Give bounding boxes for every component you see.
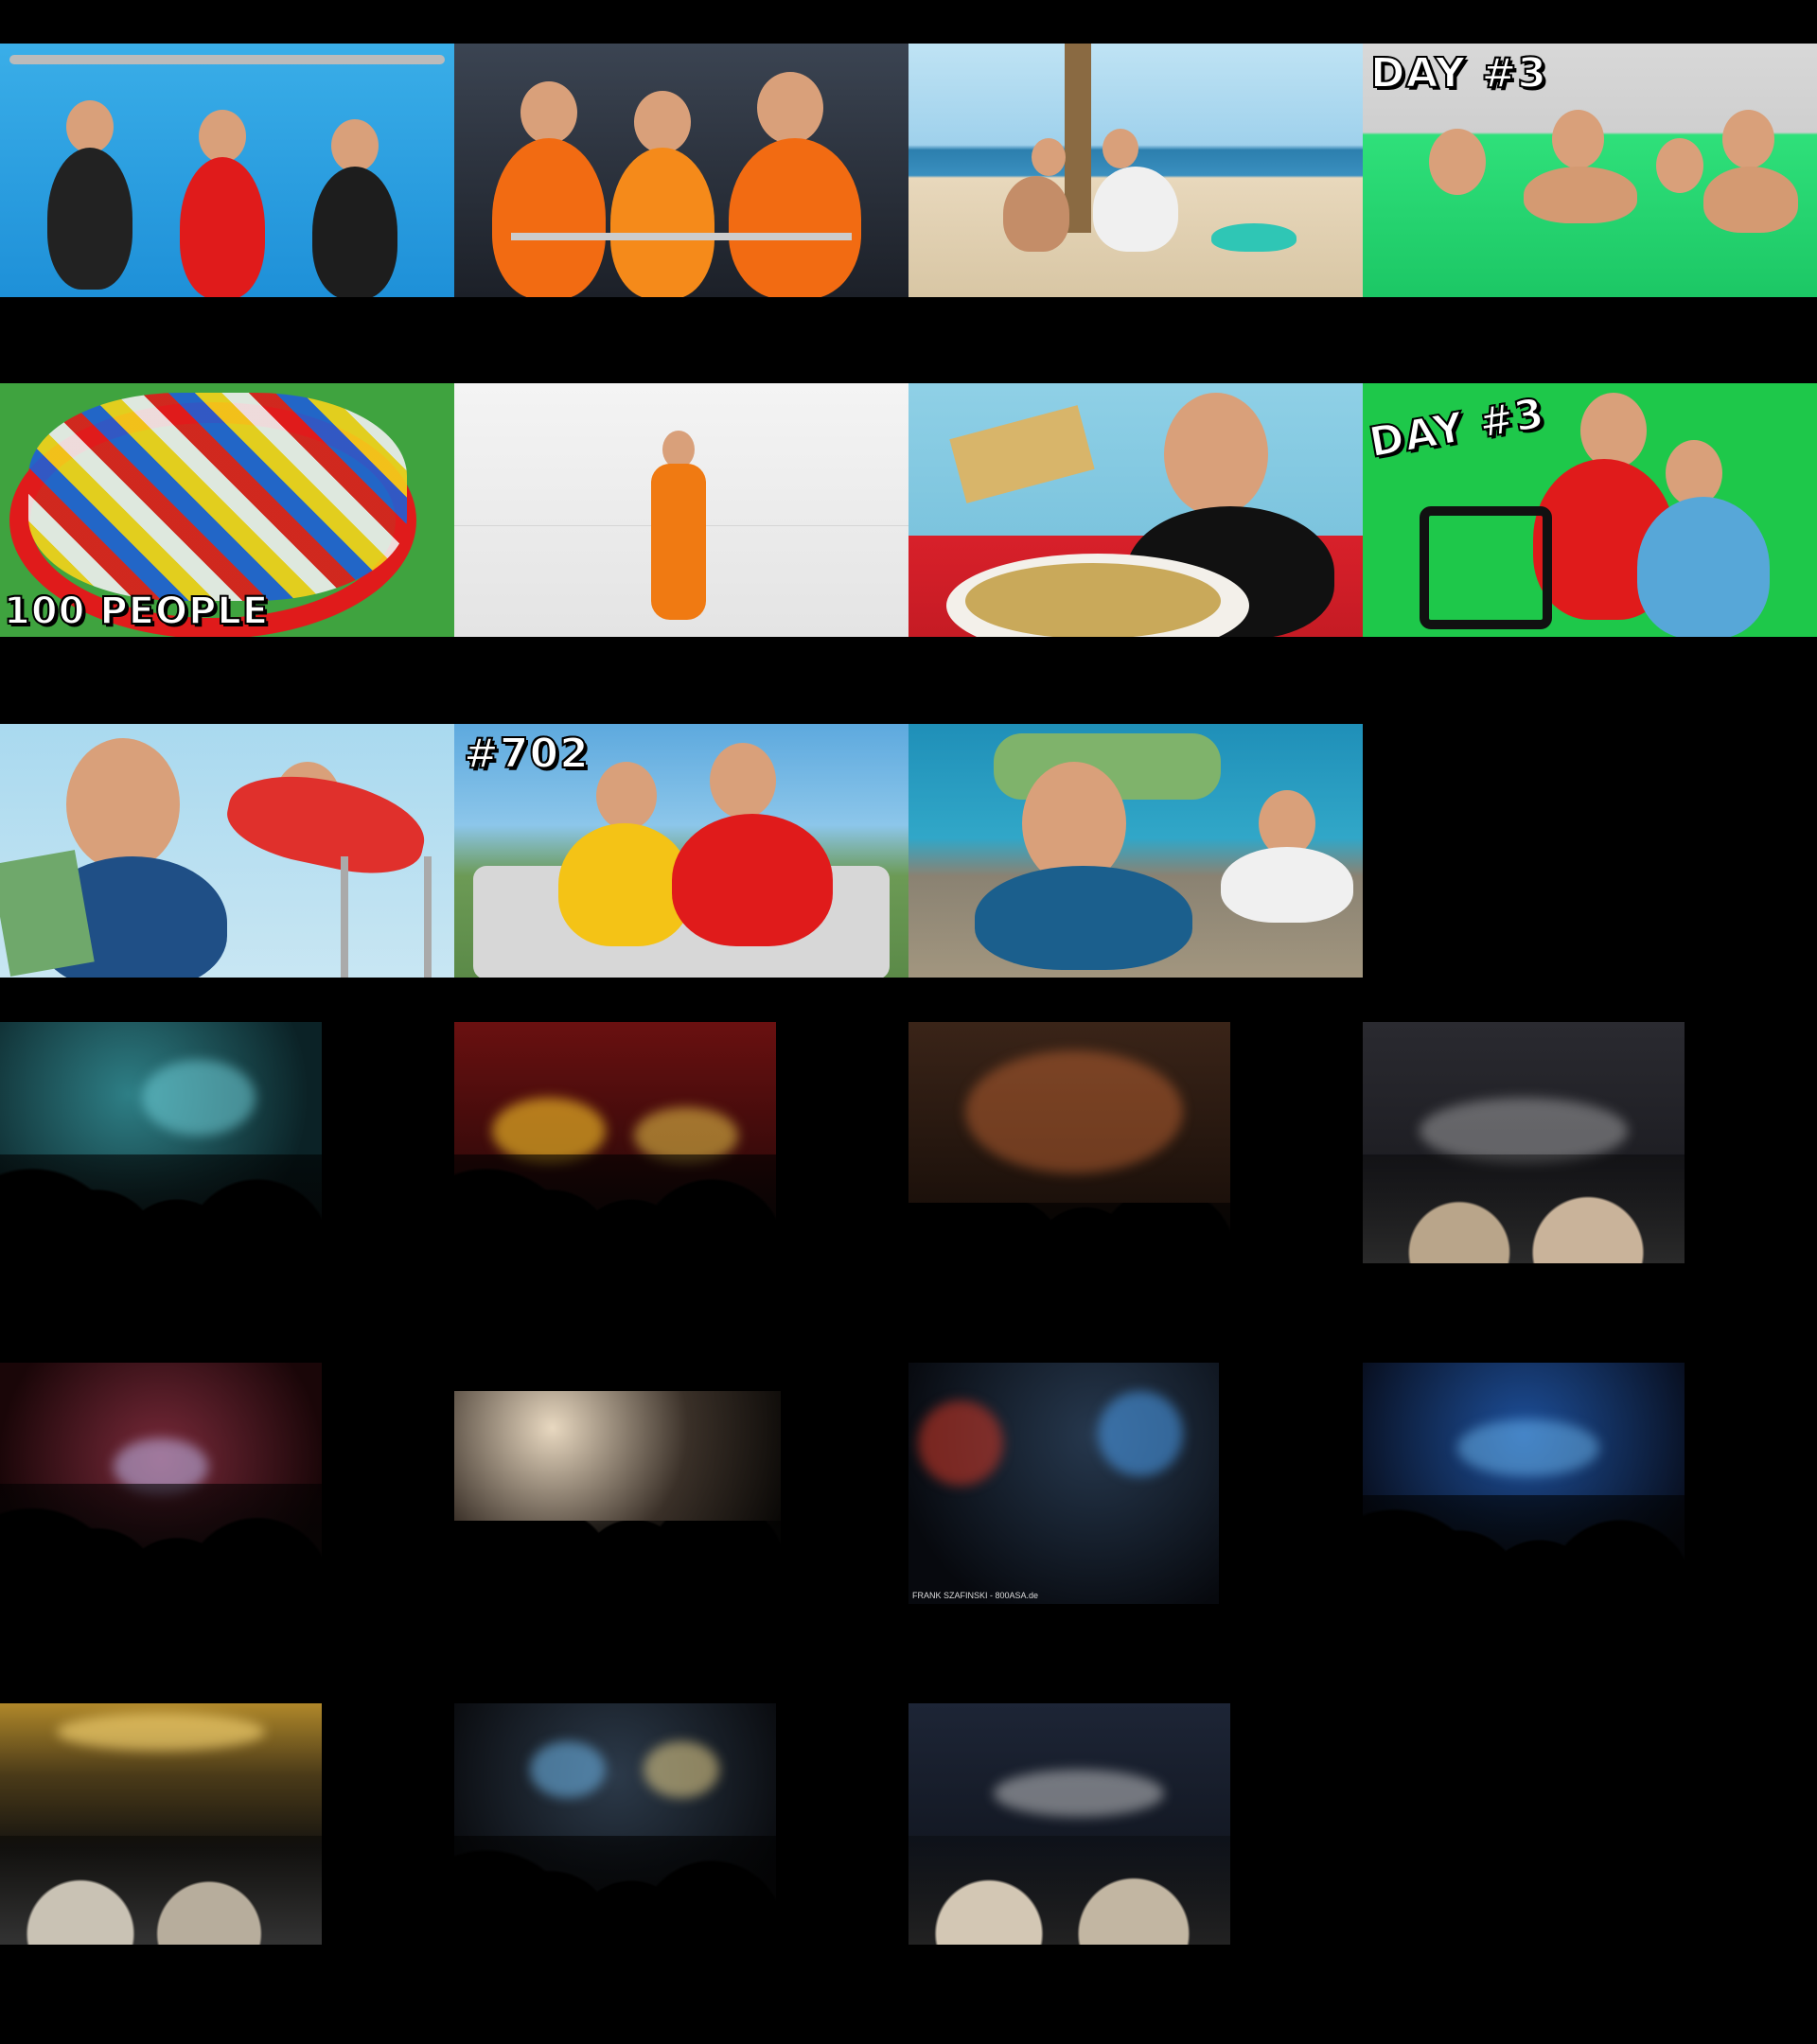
- concert-photo[interactable]: [454, 1391, 781, 1576]
- thumbnail-caption: DAY #3: [1369, 48, 1548, 98]
- concert-photo[interactable]: FRANK SZAFINSKI - 800ASA.de: [908, 1363, 1219, 1604]
- concert-photo[interactable]: [0, 1363, 322, 1604]
- gallery-page: { "gallery_videos": { "thumbnails": [ {"…: [0, 0, 1817, 2044]
- thumbnail-caption: 100 PEOPLE: [3, 589, 270, 634]
- video-thumbnail[interactable]: [454, 44, 908, 297]
- video-thumbnail[interactable]: DAY #3: [1363, 44, 1817, 297]
- video-thumbnail[interactable]: [908, 44, 1363, 297]
- video-thumbnail[interactable]: [908, 724, 1363, 978]
- video-thumbnail[interactable]: [454, 383, 908, 637]
- photo-watermark: FRANK SZAFINSKI - 800ASA.de: [912, 1591, 1039, 1600]
- video-thumbnail[interactable]: [0, 44, 454, 297]
- video-thumbnail[interactable]: [0, 724, 454, 978]
- concert-photo[interactable]: [908, 1022, 1230, 1263]
- concert-photo[interactable]: [0, 1022, 322, 1263]
- concert-photo[interactable]: [0, 1703, 322, 1945]
- video-thumbnail[interactable]: #702: [454, 724, 908, 978]
- video-thumbnail[interactable]: 100 PEOPLE: [0, 383, 454, 637]
- concert-photo[interactable]: [1363, 1363, 1685, 1604]
- video-thumbnail[interactable]: [908, 383, 1363, 637]
- concert-photo[interactable]: [454, 1022, 776, 1263]
- concert-photo[interactable]: [1363, 1022, 1685, 1263]
- concert-photo[interactable]: [454, 1703, 776, 1945]
- thumbnail-caption: #702: [463, 729, 590, 779]
- video-thumbnail[interactable]: DAY #3: [1363, 383, 1817, 637]
- concert-photo[interactable]: [908, 1703, 1230, 1945]
